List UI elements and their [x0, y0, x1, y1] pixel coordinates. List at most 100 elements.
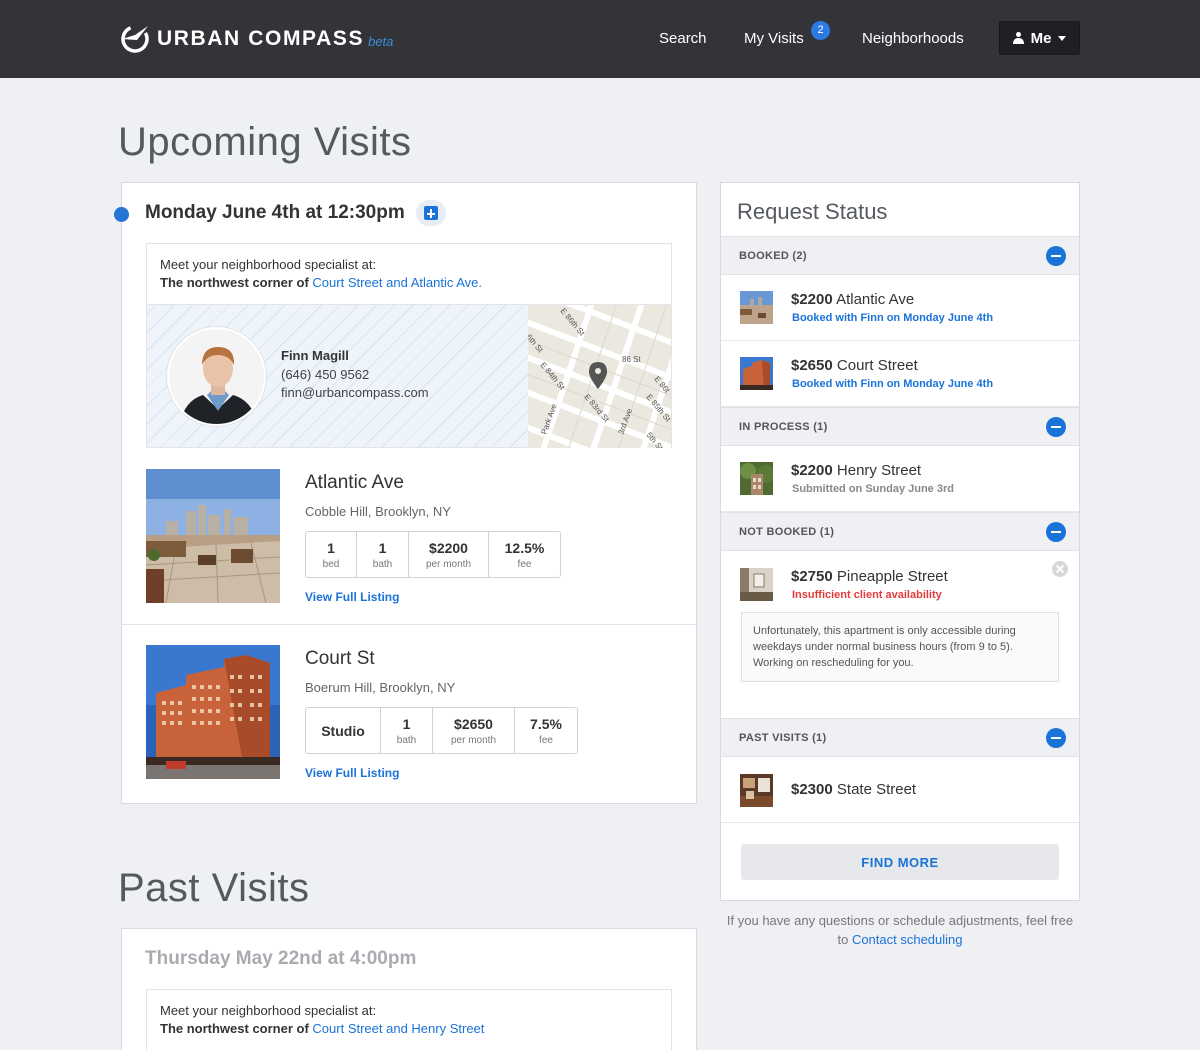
request-street: Court Street — [836, 357, 918, 374]
past-visit-date: Thursday May 22nd at 4:00pm — [145, 948, 417, 969]
listing-name[interactable]: Atlantic Ave — [305, 472, 404, 494]
compass-logo-icon — [121, 25, 149, 53]
request-price: $2200 — [791, 291, 833, 308]
meeting-intro: Meet your neighborhood specialist at: — [160, 1003, 377, 1018]
specialist-email[interactable]: finn@urbancompass.com — [281, 385, 429, 400]
stat-value: 1 — [378, 539, 387, 556]
request-status-title: Request Status — [737, 199, 888, 224]
stat-label: bath — [396, 734, 417, 746]
stat-value: 1 — [327, 539, 335, 556]
stat-rent: $2200 per month — [409, 532, 489, 577]
brand-logo[interactable]: URBAN COMPASS beta — [120, 24, 393, 54]
meeting-point-box: Meet your neighborhood specialist at: Th… — [146, 243, 672, 448]
stat-rent: $2650 per month — [433, 708, 515, 753]
find-more-button[interactable]: FIND MORE — [741, 844, 1059, 880]
request-item[interactable]: $2300 State Street — [721, 757, 1079, 823]
status-note: Unfortunately, this apartment is only ac… — [741, 612, 1059, 682]
request-title: $2300 State Street — [791, 781, 916, 798]
stat-value: $2200 — [429, 539, 468, 556]
caret-down-icon — [1058, 35, 1067, 41]
my-visits-count-badge: 2 — [811, 21, 830, 40]
group-header-past-visits[interactable]: PAST VISITS (1) — [721, 718, 1079, 757]
request-title: $2200 Atlantic Ave — [791, 291, 914, 308]
request-item[interactable]: $2750 Pineapple Street Insufficient clie… — [721, 551, 1079, 718]
request-price: $2200 — [791, 462, 833, 479]
group-header-in-process[interactable]: IN PROCESS (1) — [721, 407, 1079, 446]
collapse-minus-icon[interactable] — [1046, 522, 1066, 542]
stat-baths: 1 bath — [381, 708, 433, 753]
listing-photo[interactable] — [146, 645, 280, 779]
group-label: BOOKED (2) — [739, 250, 807, 262]
listing-location: Boerum Hill, Brooklyn, NY — [305, 680, 456, 695]
view-full-listing-link[interactable]: View Full Listing — [305, 590, 399, 604]
stat-value: $2650 — [454, 715, 493, 732]
specialist-phone[interactable]: (646) 450 9562 — [281, 367, 369, 382]
listing-photo[interactable] — [146, 469, 280, 603]
listing-card: Court St Boerum Hill, Brooklyn, NY Studi… — [121, 645, 697, 780]
upcoming-visits-title: Upcoming Visits — [118, 120, 412, 164]
request-price: $2650 — [791, 357, 833, 374]
request-street: State Street — [836, 781, 917, 798]
past-visits-title: Past Visits — [118, 866, 310, 910]
group-header-not-booked[interactable]: NOT BOOKED (1) — [721, 512, 1079, 551]
request-item[interactable]: $2200 Henry Street Submitted on Sunday J… — [721, 446, 1079, 512]
stat-baths: 1 bath — [357, 532, 409, 577]
listing-photo-image — [146, 469, 280, 603]
request-item[interactable]: $2200 Atlantic Ave Booked with Finn on M… — [721, 275, 1079, 341]
nav-my-visits[interactable]: My Visits — [744, 30, 804, 47]
stat-label: bath — [372, 558, 393, 570]
help-text: If you have any questions or schedule ad… — [720, 911, 1080, 949]
account-menu-label: Me — [1030, 29, 1052, 47]
request-item[interactable]: $2650 Court Street Booked with Finn on M… — [721, 341, 1079, 407]
request-price: $2750 — [791, 568, 833, 585]
listing-stats: 1 bed 1 bath $2200 per month 12.5% fee — [305, 531, 561, 578]
map-street-label: 86 St — [622, 355, 641, 364]
contact-scheduling-link[interactable]: Contact scheduling — [852, 932, 963, 947]
specialist-panel: Finn Magill (646) 450 9562 finn@urbancom… — [147, 304, 671, 448]
group-header-booked[interactable]: BOOKED (2) — [721, 236, 1079, 275]
listing-name[interactable]: Court St — [305, 648, 375, 670]
request-thumbnail — [740, 462, 773, 495]
top-nav-bar: URBAN COMPASS beta Search My Visits 2 Ne… — [0, 0, 1200, 78]
meeting-location-link[interactable]: Court Street and Atlantic Ave. — [312, 275, 482, 290]
avatar — [167, 327, 266, 426]
request-street: Henry Street — [836, 462, 922, 479]
collapse-minus-icon[interactable] — [1046, 246, 1066, 266]
request-title: $2200 Henry Street — [791, 462, 921, 479]
collapse-minus-icon[interactable] — [1046, 417, 1066, 437]
dismiss-x-icon[interactable] — [1052, 561, 1068, 577]
view-full-listing-link[interactable]: View Full Listing — [305, 766, 399, 780]
stat-label: fee — [517, 558, 532, 570]
nav-search[interactable]: Search — [659, 30, 707, 47]
meeting-map[interactable]: 6th St E 86th St 86 St E 86t E 84th St E… — [528, 305, 671, 448]
request-subtitle: Booked with Finn on Monday June 4th — [792, 312, 994, 324]
stat-value: 1 — [402, 715, 411, 732]
meeting-location-link[interactable]: Court Street and Henry Street — [312, 1021, 484, 1036]
stat-beds: 1 bed — [306, 532, 357, 577]
specialist-photo — [169, 329, 264, 424]
meeting-point-text: Meet your neighborhood specialist at: Th… — [147, 990, 671, 1050]
visit-date: Monday June 4th at 12:30pm — [145, 202, 405, 223]
request-price: $2300 — [791, 781, 833, 798]
listing-photo-image — [146, 645, 280, 779]
stat-value: 12.5% — [504, 539, 545, 556]
nav-neighborhoods[interactable]: Neighborhoods — [862, 30, 964, 47]
stat-label: bed — [322, 558, 340, 570]
collapse-minus-icon[interactable] — [1046, 728, 1066, 748]
request-subtitle: Booked with Finn on Monday June 4th — [792, 378, 994, 390]
request-thumbnail — [740, 357, 773, 390]
calendar-add-icon — [424, 206, 438, 220]
request-thumbnail — [740, 774, 773, 807]
meeting-point-text: Meet your neighborhood specialist at: Th… — [147, 244, 671, 304]
account-menu-button[interactable]: Me — [999, 21, 1080, 55]
specialist-name: Finn Magill — [281, 348, 349, 363]
stat-value: 7.5% — [530, 715, 562, 732]
stat-fee: 7.5% fee — [515, 708, 577, 753]
listing-card: Atlantic Ave Cobble Hill, Brooklyn, NY 1… — [121, 469, 697, 604]
map-graphic: 6th St E 86th St 86 St E 86t E 84th St E… — [528, 305, 671, 448]
group-label: IN PROCESS (1) — [739, 421, 828, 433]
request-subtitle: Submitted on Sunday June 3rd — [792, 483, 954, 495]
meeting-prefix: The northwest corner of — [160, 1021, 309, 1036]
add-to-calendar-button[interactable] — [416, 200, 446, 226]
listing-location: Cobble Hill, Brooklyn, NY — [305, 504, 451, 519]
